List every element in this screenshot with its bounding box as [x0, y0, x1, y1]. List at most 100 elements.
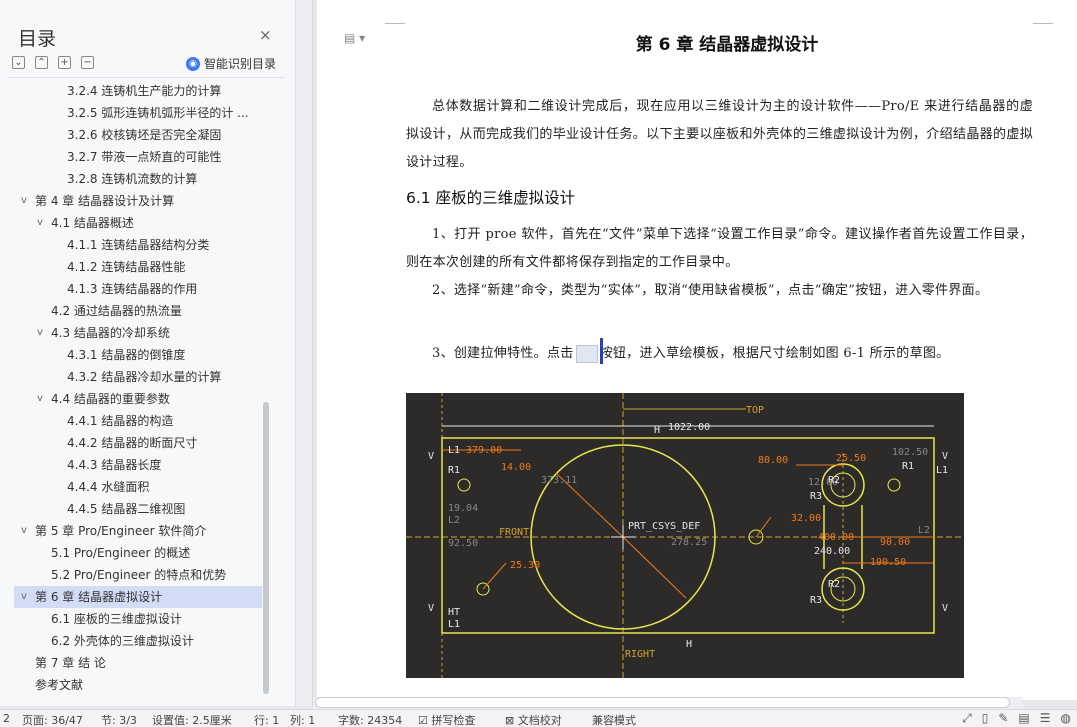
view-mode-icons: ⤢ ▯ ✎ ▤ ☰ ◍	[962, 711, 1071, 726]
front-datum-label: FRONT	[499, 527, 529, 538]
toc-item[interactable]: 3.2.4 连铸机生产能力的计算	[14, 80, 262, 102]
dim-240: 240.00	[814, 546, 850, 557]
toc-item[interactable]: 4.4.5 结晶器二维视图	[14, 498, 262, 520]
outline-view-icon[interactable]: ☰	[1040, 711, 1051, 726]
toc-item[interactable]: 4.4.4 水缝面积	[14, 476, 262, 498]
chevron-down-icon[interactable]: v	[21, 586, 27, 608]
toc-item-label: 3.2.7 带液一点矫直的可能性	[67, 150, 222, 164]
toc-item[interactable]: 6.2 外壳体的三维虚拟设计	[14, 630, 262, 652]
page-indicator[interactable]: 页面: 36/47	[22, 712, 83, 727]
dim-92: 92.50	[448, 538, 478, 549]
toc-item-label: 6.1 座板的三维虚拟设计	[51, 612, 182, 626]
toc-item[interactable]: 4.4.3 结晶器长度	[14, 454, 262, 476]
toc-toolbar: ⌄ ⌃ + −	[12, 56, 94, 69]
chevron-down-icon[interactable]: v	[21, 520, 27, 542]
toc-item[interactable]: 4.4.2 结晶器的断面尺寸	[14, 432, 262, 454]
pane-splitter[interactable]	[296, 0, 313, 706]
dim-190: 190.50	[870, 557, 906, 568]
smart-toc-button[interactable]: ◉ 智能识别目录	[186, 55, 276, 72]
document-area: ▤ ▾ 第 6 章 结晶器虚拟设计 总体数据计算和二维设计完成后，现在应用以三维…	[313, 0, 1077, 706]
web-view-icon[interactable]: ◍	[1061, 711, 1071, 726]
remove-level-icon[interactable]: −	[81, 56, 94, 69]
toc-item[interactable]: 3.2.8 连铸机流数的计算	[14, 168, 262, 190]
toc-panel: 目录 × ⌄ ⌃ + − ◉ 智能识别目录 3.2.4 连铸机生产能力的计算 3.…	[0, 0, 296, 706]
toc-item-label: 4.4.1 结晶器的构造	[67, 414, 174, 428]
toc-item[interactable]: 6.1 座板的三维虚拟设计	[14, 608, 262, 630]
constraint-r3: R3	[810, 595, 822, 606]
toc-item[interactable]: v 4.4 结晶器的重要参数	[14, 388, 262, 410]
toc-item[interactable]: 第 7 章 结 论	[14, 652, 262, 674]
toc-item[interactable]: v 第 6 章 结晶器虚拟设计	[14, 586, 262, 608]
toc-item[interactable]: 3.2.6 校核铸坯是否完全凝固	[14, 124, 262, 146]
expand-all-icon[interactable]: ⌄	[12, 56, 25, 69]
toc-item[interactable]: 4.1.3 连铸结晶器的作用	[14, 278, 262, 300]
spell-check-button[interactable]: ☑ 拼写检查	[418, 712, 475, 727]
step3-text-a: 3、创建拉伸特性。点击	[432, 346, 574, 361]
toc-item[interactable]: 4.2 通过结晶器的热流量	[14, 300, 262, 322]
top-datum-label: TOP	[746, 405, 764, 416]
dim-19: 19.04	[448, 503, 478, 514]
constraint-v: V	[942, 603, 948, 614]
toc-item-label: 参考文献	[35, 678, 84, 692]
toc-item[interactable]: v 第 4 章 结晶器设计及计算	[14, 190, 262, 212]
toc-item[interactable]: v 第 5 章 Pro/Engineer 软件简介	[14, 520, 262, 542]
step3-text-b: 按钮，进入草绘模板，根据尺寸绘制如图 6-1 所示的草图。	[599, 346, 950, 361]
proofread-button[interactable]: ⊠ 文档校对	[505, 712, 562, 727]
document-menu-icon[interactable]: ▤ ▾	[344, 31, 365, 45]
compat-mode-label: 兼容模式	[592, 714, 636, 727]
section-heading: 6.1 座板的三维虚拟设计	[406, 189, 576, 207]
toc-item[interactable]: 4.3.1 结晶器的倒锥度	[14, 344, 262, 366]
scroll-thumb[interactable]	[315, 697, 1010, 708]
add-level-icon[interactable]: +	[58, 56, 71, 69]
toc-item[interactable]: v 4.3 结晶器的冷却系统	[14, 322, 262, 344]
toc-item[interactable]: 4.1.2 连铸结晶器性能	[14, 256, 262, 278]
reading-mode-icon[interactable]: ▯	[982, 711, 989, 726]
margin-mark	[1033, 0, 1053, 24]
page-view-icon[interactable]: ▤	[1018, 711, 1029, 726]
constraint-l2: L2	[918, 525, 930, 536]
dim-width: 1022.00	[668, 422, 710, 433]
extrude-tool-icon	[575, 337, 603, 364]
toc-scrollbar[interactable]	[263, 402, 269, 694]
toc-item-label: 第 6 章 结晶器虚拟设计	[35, 590, 163, 604]
row-indicator: 行: 1	[254, 714, 280, 727]
toc-item[interactable]: 4.3.2 结晶器冷却水量的计算	[14, 366, 262, 388]
toc-item-label: 3.2.6 校核铸坯是否完全凝固	[67, 128, 222, 142]
toc-item-label: 4.3.2 结晶器冷却水量的计算	[67, 370, 222, 384]
toc-item-label: 4.1 结晶器概述	[51, 216, 134, 230]
chevron-down-icon[interactable]: v	[37, 322, 43, 344]
small-hole	[887, 478, 901, 492]
close-icon[interactable]: ×	[259, 26, 272, 44]
toc-item[interactable]: v 4.1 结晶器概述	[14, 212, 262, 234]
constraint-r3: R3	[810, 491, 822, 502]
chevron-down-icon[interactable]: v	[37, 388, 43, 410]
toc-item[interactable]: 4.4.1 结晶器的构造	[14, 410, 262, 432]
dim-25-3: 25.30	[510, 560, 540, 571]
chevron-down-icon[interactable]: v	[37, 212, 43, 234]
margin-mark	[385, 0, 405, 24]
toc-item[interactable]: 3.2.5 弧形连铸机弧形半径的计 ...	[14, 102, 262, 124]
status-bar: 2 页面: 36/47 节: 3/3 设置值: 2.5厘米 行: 1 列: 1 …	[0, 709, 1077, 727]
toc-item[interactable]: 5.2 Pro/Engineer 的特点和优势	[14, 564, 262, 586]
toc-item-label: 3.2.5 弧形连铸机弧形半径的计 ...	[67, 106, 249, 120]
horizontal-scrollbar[interactable]	[313, 697, 1023, 709]
collapse-all-icon[interactable]: ⌃	[35, 56, 48, 69]
page-number: 2	[3, 712, 10, 725]
divider	[8, 77, 285, 78]
toc-item-label: 4.3.1 结晶器的倒锥度	[67, 348, 186, 362]
toc-item[interactable]: 4.1.1 连铸结晶器结构分类	[14, 234, 262, 256]
csys-label: PRT_CSYS_DEF	[628, 521, 700, 532]
edit-icon[interactable]: ✎	[998, 711, 1008, 726]
word-count[interactable]: 字数: 24354	[338, 712, 402, 727]
fullscreen-icon[interactable]: ⤢	[962, 711, 972, 726]
constraint-r1: R1	[902, 461, 914, 472]
toc-item[interactable]: 参考文献	[14, 674, 262, 696]
toc-item-label: 4.1.1 连铸结晶器结构分类	[67, 238, 210, 252]
toc-item[interactable]: 5.1 Pro/Engineer 的概述	[14, 542, 262, 564]
constraint-r2: R2	[828, 475, 840, 486]
constraint-v: V	[942, 451, 948, 462]
toc-item-label: 4.4.3 结晶器长度	[67, 458, 162, 472]
chevron-down-icon[interactable]: v	[21, 190, 27, 212]
dimension-leader	[755, 516, 772, 538]
toc-item[interactable]: 3.2.7 带液一点矫直的可能性	[14, 146, 262, 168]
